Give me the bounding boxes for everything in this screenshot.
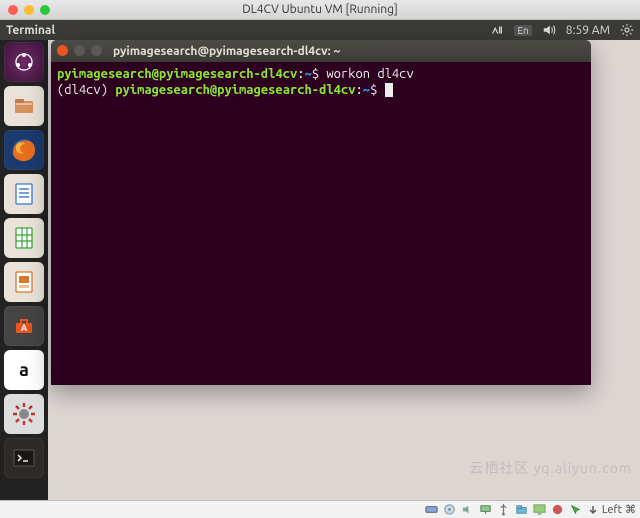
- launcher-dash[interactable]: [4, 42, 44, 82]
- vb-hdd-icon[interactable]: [425, 503, 439, 517]
- launcher-firefox[interactable]: [4, 130, 44, 170]
- venv-prefix: (dl4cv): [57, 83, 115, 97]
- launcher-writer[interactable]: [4, 174, 44, 214]
- gear-icon[interactable]: [620, 23, 634, 37]
- prompt2-end: $: [370, 83, 385, 97]
- watermark-text: 云栖社区 yq.aliyun.com: [469, 458, 632, 478]
- launcher-impress[interactable]: [4, 262, 44, 302]
- keyboard-language-indicator[interactable]: En: [514, 25, 531, 36]
- terminal-window: pyimagesearch@pyimagesearch-dl4cv: ~ pyi…: [51, 40, 591, 385]
- command1: workon dl4cv: [326, 67, 413, 81]
- panel-app-title: Terminal: [6, 24, 55, 37]
- terminal-maximize-button[interactable]: [91, 45, 102, 56]
- prompt2-sep: :: [356, 83, 363, 97]
- vb-hostkey-mod: ⌘: [625, 503, 636, 516]
- vb-display-icon[interactable]: [533, 503, 547, 517]
- prompt1-path: ~: [305, 67, 312, 81]
- unity-top-panel: Terminal En 8:59 AM: [0, 20, 640, 40]
- prompt1-end: $: [312, 67, 327, 81]
- vb-host-key-indicator[interactable]: Left ⌘: [587, 503, 636, 516]
- unity-launcher: A a: [4, 42, 46, 478]
- vb-recording-icon[interactable]: [551, 503, 565, 517]
- launcher-files[interactable]: [4, 86, 44, 126]
- arrow-down-icon: [587, 504, 599, 516]
- prompt1-user: pyimagesearch@pyimagesearch-dl4cv: [57, 67, 297, 81]
- vb-mouse-integration-icon[interactable]: [569, 503, 583, 517]
- host-minimize-button[interactable]: [24, 5, 34, 15]
- host-titlebar: DL4CV Ubuntu VM [Running]: [0, 0, 640, 20]
- terminal-minimize-button[interactable]: [74, 45, 85, 56]
- terminal-body[interactable]: pyimagesearch@pyimagesearch-dl4cv:~$ wor…: [51, 62, 591, 385]
- desktop-area[interactable]: pyimagesearch@pyimagesearch-dl4cv: ~ pyi…: [48, 40, 640, 500]
- launcher-software[interactable]: A: [4, 306, 44, 346]
- vb-optical-icon[interactable]: [443, 503, 457, 517]
- network-icon[interactable]: [490, 23, 504, 37]
- virtualbox-statusbar: Left ⌘: [0, 500, 640, 518]
- host-zoom-button[interactable]: [40, 5, 50, 15]
- prompt1-sep: :: [297, 67, 304, 81]
- prompt2-user: pyimagesearch@pyimagesearch-dl4cv: [115, 83, 355, 97]
- terminal-titlebar[interactable]: pyimagesearch@pyimagesearch-dl4cv: ~: [51, 40, 591, 62]
- vb-audio-icon[interactable]: [461, 503, 475, 517]
- launcher-terminal[interactable]: [4, 438, 44, 478]
- svg-text:A: A: [21, 323, 28, 333]
- vb-network-icon[interactable]: [479, 503, 493, 517]
- host-close-button[interactable]: [8, 5, 18, 15]
- terminal-window-title: pyimagesearch@pyimagesearch-dl4cv: ~: [113, 45, 340, 58]
- amazon-icon: a: [19, 360, 29, 380]
- launcher-calc[interactable]: [4, 218, 44, 258]
- prompt2-path: ~: [363, 83, 370, 97]
- launcher-settings[interactable]: [4, 394, 44, 434]
- launcher-amazon[interactable]: a: [4, 350, 44, 390]
- panel-clock[interactable]: 8:59 AM: [566, 24, 610, 37]
- vb-usb-icon[interactable]: [497, 503, 511, 517]
- vb-hostkey-label: Left: [602, 504, 622, 516]
- terminal-cursor: [385, 83, 393, 97]
- sound-icon[interactable]: [542, 23, 556, 37]
- vb-shared-folders-icon[interactable]: [515, 503, 529, 517]
- host-window-title: DL4CV Ubuntu VM [Running]: [0, 3, 640, 16]
- terminal-close-button[interactable]: [57, 45, 68, 56]
